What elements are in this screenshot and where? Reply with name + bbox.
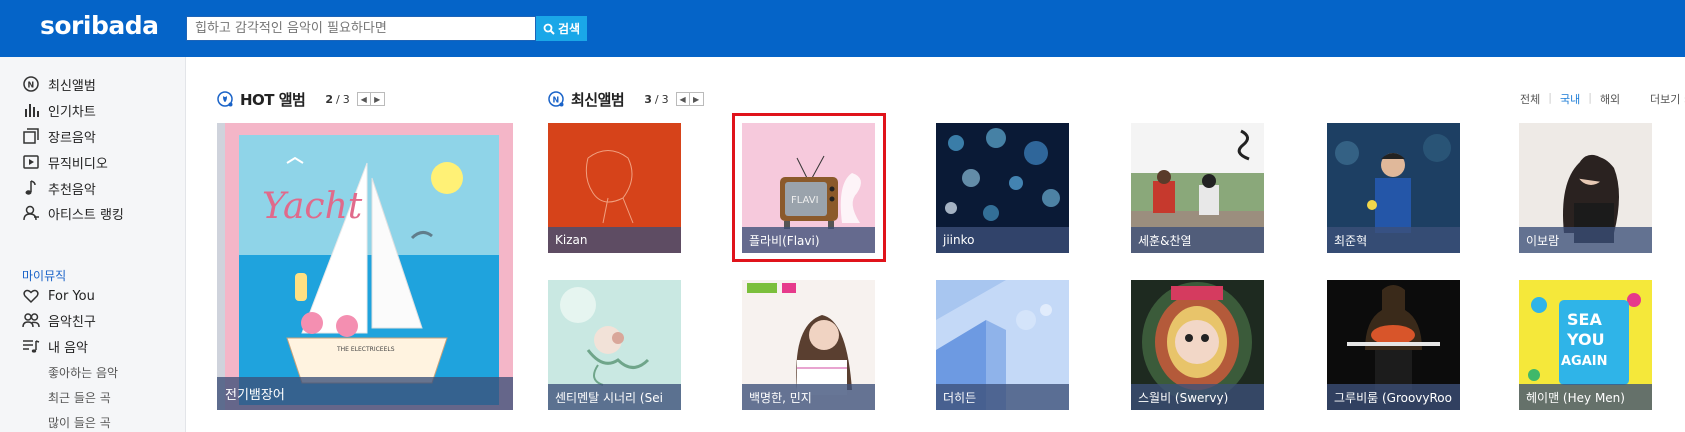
album-card-hey-men[interactable]: SEA YOU AGAIN 헤이맨 (Hey Men) <box>1519 280 1652 410</box>
sidebar-item-chart[interactable]: 인기차트 <box>22 99 96 121</box>
next-page-button[interactable]: ▶ <box>370 92 385 106</box>
my-music-title: 마이뮤직 <box>22 269 67 283</box>
new-album-icon: N <box>548 91 564 107</box>
sidebar-item-artist-ranking[interactable]: 아티스트 랭킹 <box>22 202 124 224</box>
album-card-sentimental-scenery[interactable]: 센티멘탈 시너리 (Sei <box>548 280 681 410</box>
sidebar-item-label: 음악친구 <box>48 314 96 330</box>
album-caption: 센티멘탈 시너리 (Sei <box>548 384 681 410</box>
playlist-icon <box>23 340 40 353</box>
sidebar-item-label: 최신앨범 <box>48 78 96 94</box>
hot-album-cover: Yacht THE ELECTRICEELS <box>217 123 513 410</box>
chart-icon <box>25 104 39 117</box>
sidebar: N 최신앨범 인기차트 장르음악 뮤직비디오 추천음악 아티스트 랭킹 마이뮤직… <box>0 57 186 432</box>
svg-text:N: N <box>28 81 35 90</box>
sidebar-item-friends[interactable]: 음악친구 <box>22 309 96 331</box>
hot-album-card[interactable]: Yacht THE ELECTRICEELS 전기뱀장어 <box>217 123 513 410</box>
album-caption: Kizan <box>548 227 681 253</box>
sub-item-most-played[interactable]: 많이 들은 곡 <box>48 414 111 431</box>
new-album-icon: N <box>23 76 39 92</box>
sidebar-item-my-music[interactable]: 내 음악 <box>22 335 88 357</box>
search-box[interactable] <box>186 16 536 41</box>
search-button-label: 검색 <box>557 22 581 36</box>
prev-page-button[interactable]: ◀ <box>675 92 690 106</box>
sidebar-item-label: 내 음악 <box>48 340 89 356</box>
sidebar-item-for-you[interactable]: For You <box>22 285 95 307</box>
page-current: 2 <box>325 92 334 106</box>
page-separator: / <box>336 92 340 106</box>
next-page-button[interactable]: ▶ <box>689 92 704 106</box>
filter-overseas[interactable]: 해외 <box>1600 91 1620 107</box>
album-card-jiinko[interactable]: jiinko <box>936 123 1069 253</box>
album-card-the-hidden[interactable]: 더히든 <box>936 280 1069 410</box>
album-caption: jiinko <box>936 227 1069 253</box>
sidebar-item-label: 뮤직비디오 <box>48 156 108 172</box>
sidebar-item-genre[interactable]: 장르음악 <box>22 125 96 147</box>
latest-album-pager: 3/ 3 ◀ ▶ <box>644 92 704 106</box>
hot-album-title: HOT 앨범 <box>240 90 306 109</box>
album-caption: 헤이맨 (Hey Men) <box>1519 384 1652 410</box>
hot-album-pager: 2/ 3 ◀ ▶ <box>325 92 385 106</box>
sidebar-item-label: 인기차트 <box>48 104 96 120</box>
album-card-swervy[interactable]: 스월비 (Swervy) <box>1131 280 1264 410</box>
cover-text: FLAVI <box>791 195 819 206</box>
album-caption: 최준혁 <box>1327 227 1460 253</box>
cover-band: THE ELECTRICEELS <box>336 346 395 353</box>
page-current: 3 <box>644 92 652 106</box>
sidebar-item-new-album[interactable]: N 최신앨범 <box>22 73 96 95</box>
album-card-groovyroom[interactable]: 그루비룸 (GroovyRoo <box>1327 280 1460 410</box>
latest-album-header: N 최신앨범 3/ 3 ◀ ▶ <box>547 88 704 110</box>
search-icon <box>543 23 555 35</box>
sidebar-item-video[interactable]: 뮤직비디오 <box>22 151 108 173</box>
album-card-kizan[interactable]: Kizan <box>548 123 681 253</box>
svg-text:AGAIN: AGAIN <box>1561 354 1608 369</box>
search-input[interactable] <box>187 17 535 40</box>
sidebar-item-recommend[interactable]: 추천음악 <box>22 177 96 199</box>
filter-divider: | <box>1548 91 1552 104</box>
top-header: soribada 검색 <box>0 0 1685 57</box>
page-total: 3 <box>661 92 669 106</box>
prev-page-button[interactable]: ◀ <box>356 92 371 106</box>
album-card-flavi[interactable]: FLAVI 플라비(Flavi) <box>742 123 875 253</box>
album-caption: 이보람 <box>1519 227 1652 253</box>
album-card-choi-junhyuk[interactable]: 최준혁 <box>1327 123 1460 253</box>
sub-item-recent-played[interactable]: 최근 들은 곡 <box>48 389 111 406</box>
album-caption: 플라비(Flavi) <box>742 227 875 253</box>
album-card-lee-boram[interactable]: 이보람 <box>1519 123 1652 253</box>
artist-icon <box>23 205 39 221</box>
latest-album-title: 최신앨범 <box>571 90 625 109</box>
cover-title: Yacht <box>262 186 363 227</box>
album-card-sehun-chanyeol[interactable]: 세훈&찬열 <box>1131 123 1264 253</box>
page-total: 3 <box>342 92 350 106</box>
filter-domestic[interactable]: 국내 <box>1560 91 1580 107</box>
sub-item-liked-music[interactable]: 좋아하는 음악 <box>48 364 118 381</box>
friends-icon <box>22 313 40 328</box>
video-icon <box>23 155 39 169</box>
album-caption: 스월비 (Swervy) <box>1131 384 1264 410</box>
sidebar-item-label: For You <box>48 288 95 304</box>
more-link[interactable]: 더보기 › <box>1650 91 1685 107</box>
album-caption: 전기뱀장어 <box>217 377 513 410</box>
hot-album-header: HOT 앨범 2/ 3 ◀ ▶ <box>216 88 385 110</box>
album-caption: 더히든 <box>936 384 1069 410</box>
album-caption: 그루비룸 (GroovyRoo <box>1327 384 1460 410</box>
sidebar-item-label: 아티스트 랭킹 <box>48 207 124 223</box>
album-caption: 세훈&찬열 <box>1131 227 1264 253</box>
search-button[interactable]: 검색 <box>536 16 587 41</box>
album-caption: 백명한, 민지 <box>742 384 875 410</box>
genre-icon <box>23 128 39 144</box>
svg-text:N: N <box>553 96 560 105</box>
svg-text:SEA: SEA <box>1567 310 1602 329</box>
filter-all[interactable]: 전체 <box>1520 91 1540 107</box>
sidebar-item-label: 추천음악 <box>48 182 96 198</box>
album-card-baek-myunghan[interactable]: 백명한, 민지 <box>742 280 875 410</box>
soribada-logo[interactable]: soribada <box>40 11 159 40</box>
filter-divider: | <box>1588 91 1592 104</box>
heart-icon <box>23 289 39 304</box>
hot-album-icon <box>217 91 233 107</box>
music-note-icon <box>25 180 36 195</box>
page-separator: / <box>654 92 659 106</box>
region-filter: 전체 | 국내 | 해외 <box>1520 91 1620 107</box>
sidebar-item-label: 장르음악 <box>48 130 96 146</box>
svg-text:YOU: YOU <box>1566 330 1605 349</box>
